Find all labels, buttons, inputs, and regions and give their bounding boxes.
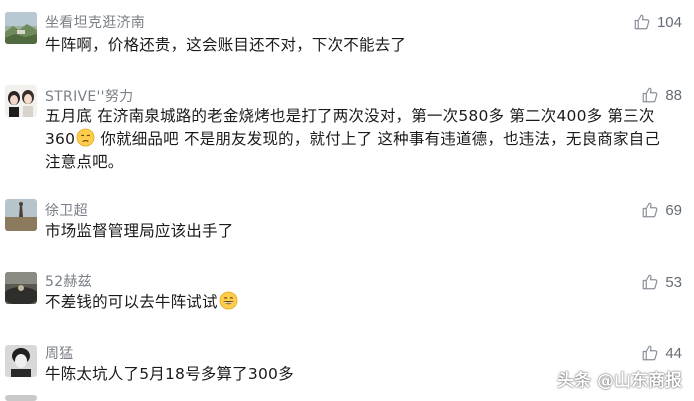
username[interactable]: STRIVE''努力 — [45, 86, 133, 106]
watermark: 头条 @山东商报 — [557, 371, 682, 391]
comment-text: 五月底 在济南泉城路的老金烧烤也是打了两次没对，第一次580多 第二次400多 … — [45, 105, 675, 174]
like-count: 53 — [665, 273, 682, 291]
thumbs-up-icon — [641, 201, 659, 219]
thumbs-up-icon — [641, 273, 659, 291]
comment-text-part: 不差钱的可以去牛阵试试 — [45, 293, 218, 311]
sad-face-emoji — [76, 128, 95, 147]
comment-text-part: 你就细品吧 不是朋友发现的，就付上了 这种事有违道德，也违法，无良商家自己注意点… — [45, 130, 661, 171]
grinning-face-emoji — [219, 291, 238, 310]
username[interactable]: 徐卫超 — [45, 200, 88, 220]
avatar[interactable] — [5, 272, 37, 304]
avatar[interactable] — [5, 199, 37, 231]
thumbs-up-icon — [641, 86, 659, 104]
like-count: 88 — [665, 86, 682, 104]
like-button[interactable]: 69 — [641, 200, 682, 220]
like-count: 44 — [665, 344, 682, 362]
like-button[interactable]: 44 — [641, 343, 682, 363]
like-button[interactable]: 53 — [641, 272, 682, 292]
like-button[interactable]: 104 — [633, 12, 682, 32]
avatar[interactable] — [5, 345, 37, 377]
avatar[interactable] — [5, 395, 37, 401]
username[interactable]: 52赫兹 — [45, 271, 92, 291]
username[interactable]: 周猛 — [45, 343, 74, 363]
comment-text: 市场监督管理局应该出手了 — [45, 222, 234, 240]
thumbs-up-icon — [633, 13, 651, 31]
comment-text: 不差钱的可以去牛阵试试 — [45, 291, 690, 314]
like-count: 104 — [656, 13, 682, 31]
username[interactable]: 坐看坦克逛济南 — [45, 12, 145, 32]
like-button[interactable]: 88 — [641, 85, 682, 105]
like-count: 69 — [665, 201, 682, 219]
avatar[interactable] — [5, 85, 37, 117]
thumbs-up-icon — [641, 344, 659, 362]
avatar[interactable] — [5, 12, 37, 44]
comment-text: 牛阵啊，价格还贵，这会账目还不对，下次不能去了 — [45, 36, 407, 54]
